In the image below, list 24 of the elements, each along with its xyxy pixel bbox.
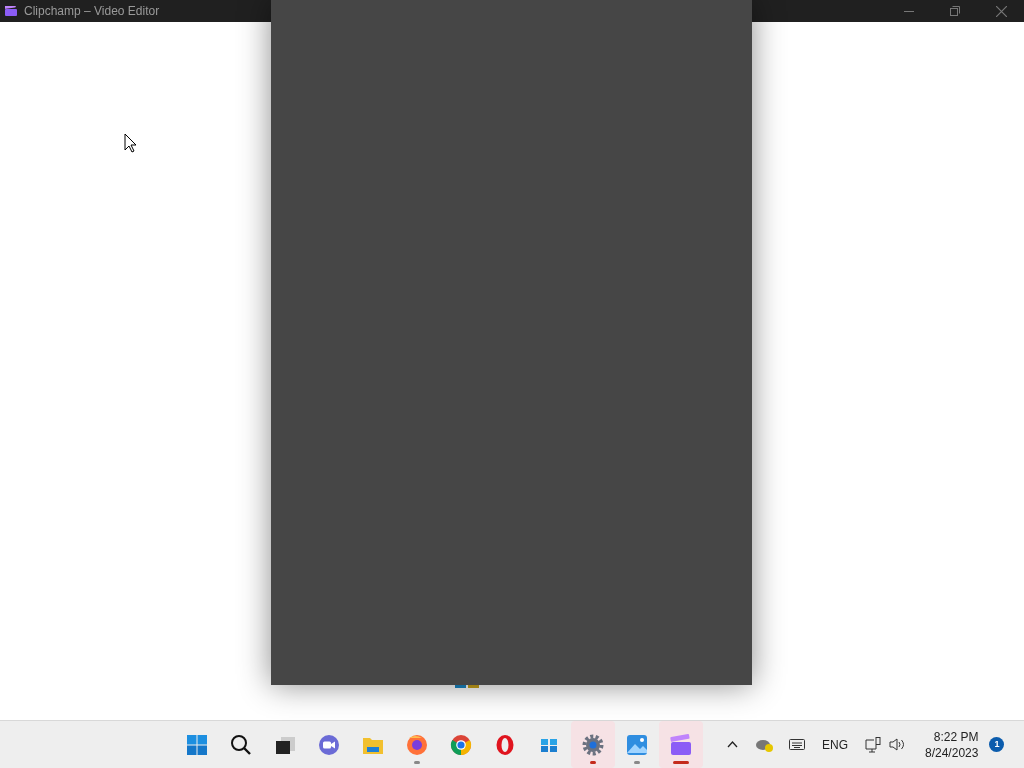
minimize-icon — [904, 10, 914, 12]
language-indicator[interactable]: ENG — [822, 735, 848, 754]
network-icon[interactable] — [865, 736, 882, 753]
keyboard-icon[interactable] — [789, 739, 805, 750]
clock-time: 8:22 PM — [933, 728, 979, 745]
clock-date: 8/24/2023 — [925, 744, 979, 761]
cloud-warning-icon[interactable] — [756, 737, 774, 752]
notification-badge[interactable]: 1 — [989, 737, 1005, 752]
restore-icon — [950, 6, 960, 16]
settings-icon — [581, 732, 605, 757]
search-icon — [229, 732, 253, 757]
landscape-icon — [625, 732, 649, 757]
tricolor-circle-icon — [449, 732, 473, 757]
mouse-cursor-icon — [124, 133, 137, 153]
clapperboard-icon — [669, 732, 693, 757]
speaker-icon[interactable] — [889, 738, 905, 751]
window-title: Clipchamp – Video Editor — [24, 3, 160, 20]
chevron-up-icon[interactable] — [727, 741, 738, 748]
video-chat-icon — [317, 732, 341, 757]
clock[interactable]: 8:22 PM 8/24/2023 — [925, 728, 979, 761]
clapperboard-icon — [5, 6, 17, 16]
close-icon — [995, 5, 1007, 17]
fox-globe-icon — [405, 732, 429, 757]
windows-logo-icon — [185, 732, 209, 757]
